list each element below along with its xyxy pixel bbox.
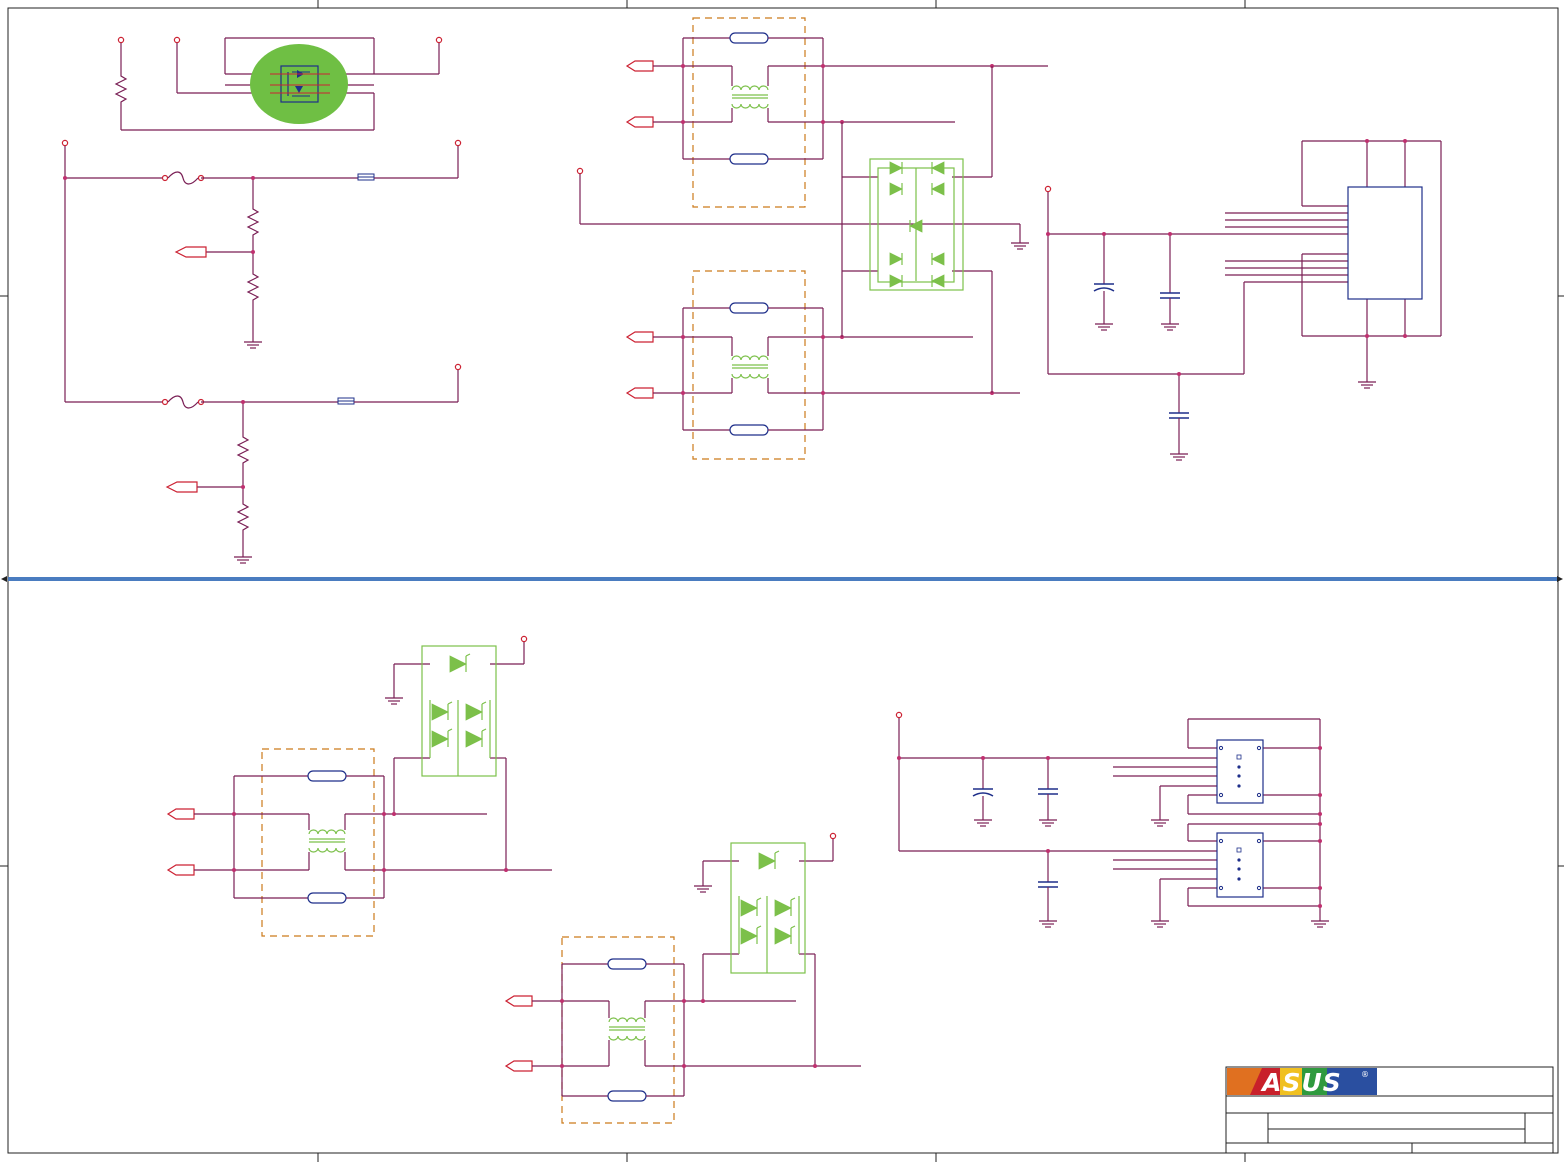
ground-icon [1310,912,1330,928]
ground-icon [1169,445,1189,461]
fuse-icon [161,171,205,185]
ground-icon [693,877,713,893]
ground-icon [384,689,404,705]
capacitor-icon [1093,283,1115,292]
usb-connector-icon [1216,832,1264,898]
usb-choke-block-bottom-center [505,936,861,1124]
power-fuse-block-1 [61,139,462,402]
usb-choke-block-top [626,17,1048,208]
title-block: ASUS ® [1225,1066,1554,1154]
power-port-icon [117,36,125,44]
resistor-icon [607,1090,647,1102]
usb-connector-icon [1216,739,1264,804]
usb-connector-block [895,711,1330,928]
offpage-connector-icon [175,246,207,258]
capacitor-icon [1168,412,1190,419]
resistor-icon [307,892,347,904]
esd-array-icon [730,842,806,974]
resistor-icon [607,958,647,970]
esd-array-bottom-center [693,832,837,974]
resistor-icon [729,302,769,314]
power-fuse-block-2 [65,363,462,564]
resistor-icon [729,32,769,44]
power-port-icon [520,635,528,643]
offpage-connector-icon [167,864,195,876]
ground-icon [1357,373,1377,389]
controller-ic-block [1044,139,1442,461]
power-port-icon [173,36,181,44]
mosfet-switch-block [115,36,443,131]
section-divider [1,576,1563,582]
offpage-connector-icon [626,60,654,72]
power-port-icon [435,36,443,44]
ground-icon [1150,811,1170,827]
power-port-icon [454,363,462,371]
offpage-connector-icon [167,808,195,820]
resistor-icon [729,153,769,165]
esd-array-bottom-left [384,635,528,777]
logo-mark: ® [1361,1070,1369,1079]
offpage-connector-icon [505,995,533,1007]
esd-array-icon [421,645,497,777]
ground-icon [1160,315,1180,331]
offpage-connector-icon [626,116,654,128]
ground-icon [1038,811,1058,827]
ground-icon [1038,912,1058,928]
power-port-icon [576,167,584,175]
power-port-icon [1044,185,1052,193]
power-port-icon [454,139,462,147]
usb-choke-block-bottom-left [167,748,552,937]
fuse-icon [161,395,205,409]
common-mode-choke-icon [692,17,806,208]
ground-icon [233,548,253,564]
ground-icon [243,333,263,349]
ground-icon [973,811,993,827]
resistor-icon [237,432,249,468]
ferrite-bead-icon [337,397,355,405]
resistor-icon [247,269,259,305]
resistor-icon [115,71,127,107]
ground-icon [1010,234,1030,250]
offpage-connector-icon [626,387,654,399]
schematic-sheet: ASUS ® [0,0,1564,1162]
usb-choke-block-mid [626,270,1020,460]
capacitor-icon [1037,881,1059,888]
power-port-icon [895,711,903,719]
esd-array-top [576,66,1030,393]
ferrite-bead-icon [357,173,375,181]
capacitor-icon [972,788,994,797]
power-port-icon [61,139,69,147]
power-port-icon [829,832,837,840]
resistor-icon [729,424,769,436]
logo-text: ASUS [1260,1068,1342,1097]
offpage-connector-icon [166,481,198,493]
resistor-icon [247,204,259,240]
capacitor-icon [1159,292,1181,299]
ground-icon [1150,912,1170,928]
asus-logo: ASUS ® [1227,1068,1377,1097]
resistor-icon [237,499,249,535]
resistor-icon [307,770,347,782]
ground-icon [1094,315,1114,331]
offpage-connector-icon [626,331,654,343]
controller-ic [1347,186,1423,300]
offpage-connector-icon [505,1060,533,1072]
capacitor-icon [1037,788,1059,795]
highlight-marker [250,44,348,124]
